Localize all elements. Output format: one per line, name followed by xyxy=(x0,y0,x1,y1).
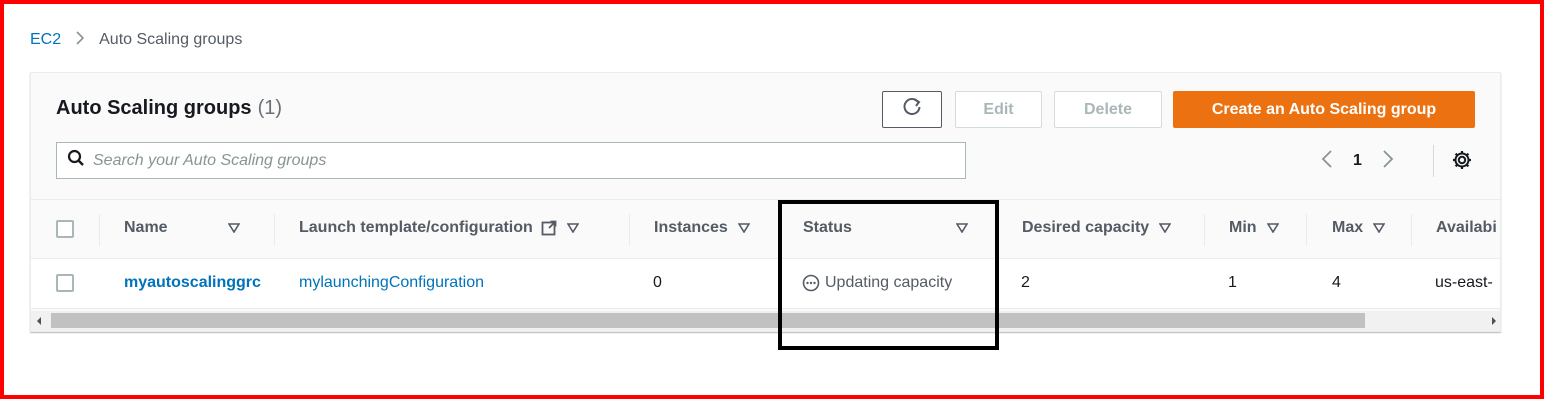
gear-icon[interactable] xyxy=(1451,149,1473,176)
column-divider xyxy=(1411,214,1412,246)
group-name-link[interactable]: myautoscalinggrc xyxy=(124,274,274,292)
search-box xyxy=(56,142,966,179)
column-divider xyxy=(1306,214,1307,246)
breadcrumb-ec2-link[interactable]: EC2 xyxy=(30,31,61,49)
group-count: (1) xyxy=(257,97,283,119)
availability-zone-value: us-east- xyxy=(1435,274,1493,291)
scroll-right-arrow[interactable] xyxy=(1492,317,1496,325)
table-row[interactable]: myautoscalinggrc mylaunchingConfiguratio… xyxy=(31,259,1500,309)
desired-capacity-value: 2 xyxy=(1021,274,1030,291)
column-header-name[interactable]: Name xyxy=(124,219,240,237)
column-divider xyxy=(997,214,998,246)
select-all-checkbox[interactable] xyxy=(56,220,74,238)
sort-caret-icon[interactable] xyxy=(566,223,579,233)
breadcrumb: EC2 Auto Scaling groups xyxy=(30,30,242,50)
status-text: Updating capacity xyxy=(825,274,953,291)
sort-caret-icon[interactable] xyxy=(955,223,968,233)
pending-status-icon xyxy=(802,274,820,292)
column-divider xyxy=(99,214,100,246)
previous-page-icon[interactable] xyxy=(1321,149,1333,174)
column-header-instances[interactable]: Instances xyxy=(654,219,750,237)
edit-button[interactable]: Edit xyxy=(955,91,1042,128)
horizontal-scrollbar[interactable] xyxy=(31,311,1500,331)
scrollbar-thumb[interactable] xyxy=(51,313,1365,328)
auto-scaling-groups-panel: Auto Scaling groups (1) Edit Delete Creat… xyxy=(30,72,1501,332)
sort-caret-icon[interactable] xyxy=(227,223,240,233)
column-header-min[interactable]: Min xyxy=(1229,219,1279,237)
delete-button[interactable]: Delete xyxy=(1054,91,1162,128)
launch-configuration-link[interactable]: mylaunchingConfiguration xyxy=(299,274,484,292)
next-page-icon[interactable] xyxy=(1382,149,1394,174)
column-header-availability[interactable]: Availabi xyxy=(1436,219,1497,237)
panel-title-text: Auto Scaling groups xyxy=(56,97,252,119)
sort-caret-icon[interactable] xyxy=(1373,223,1386,233)
column-header-desired-capacity[interactable]: Desired capacity xyxy=(1022,219,1172,237)
column-divider xyxy=(1204,214,1205,246)
max-value: 4 xyxy=(1332,274,1341,291)
search-icon xyxy=(67,149,85,172)
pagination: 1 xyxy=(1321,147,1394,175)
panel-title: Auto Scaling groups (1) xyxy=(56,97,282,120)
create-auto-scaling-group-button[interactable]: Create an Auto Scaling group xyxy=(1173,91,1475,128)
row-checkbox[interactable] xyxy=(56,274,74,292)
column-divider xyxy=(274,214,275,246)
sort-caret-icon[interactable] xyxy=(1159,223,1172,233)
sort-caret-icon[interactable] xyxy=(737,223,750,233)
column-header-status[interactable]: Status xyxy=(803,219,968,237)
column-header-launch-template[interactable]: Launch template/configuration xyxy=(299,219,579,237)
min-value: 1 xyxy=(1228,274,1237,291)
instances-value: 0 xyxy=(653,274,662,291)
table-header: Name Launch template/configuration Insta… xyxy=(31,199,1500,259)
auto-scaling-groups-table: Name Launch template/configuration Insta… xyxy=(31,199,1500,309)
current-page-number[interactable]: 1 xyxy=(1353,152,1362,170)
column-divider xyxy=(778,214,779,246)
breadcrumb-current: Auto Scaling groups xyxy=(99,31,243,48)
status-cell: Updating capacity xyxy=(802,274,952,292)
chevron-right-icon xyxy=(75,30,85,51)
refresh-button[interactable] xyxy=(882,91,942,128)
external-link-icon xyxy=(541,220,557,236)
search-input[interactable] xyxy=(93,151,965,170)
refresh-icon xyxy=(901,96,923,123)
column-header-max[interactable]: Max xyxy=(1332,219,1386,237)
column-divider xyxy=(629,214,630,246)
pager-divider xyxy=(1433,145,1434,177)
scroll-left-arrow[interactable] xyxy=(37,317,41,325)
sort-caret-icon[interactable] xyxy=(1266,223,1279,233)
